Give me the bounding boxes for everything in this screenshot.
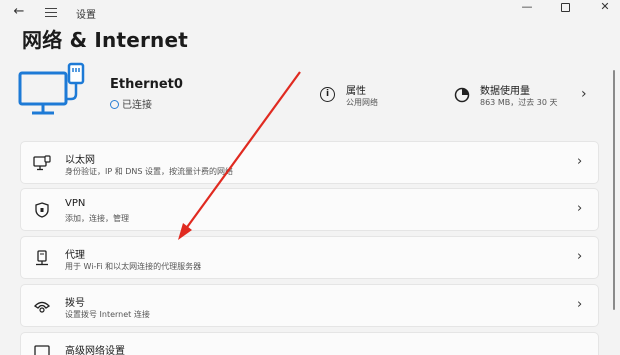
back-arrow-icon[interactable]: ← bbox=[10, 3, 28, 21]
globe-icon bbox=[110, 100, 119, 109]
minimize-button[interactable]: — bbox=[512, 0, 542, 18]
data-usage-title: 数据使用量 bbox=[480, 86, 530, 97]
monitor-icon bbox=[34, 345, 50, 355]
info-icon: i bbox=[320, 87, 335, 102]
properties-title: 属性 bbox=[346, 86, 366, 97]
ethernet-monitor-icon bbox=[18, 62, 85, 115]
chevron-right-icon[interactable]: › bbox=[581, 86, 587, 102]
card-subtitle: 身份验证，IP 和 DNS 设置，按流量计费的网络 bbox=[65, 167, 234, 176]
card-subtitle: 添加，连接，管理 bbox=[65, 214, 129, 223]
data-usage-subtitle: 863 MB，过去 30 天 bbox=[480, 98, 558, 107]
advanced-network-settings-card[interactable]: 高级网络设置 bbox=[20, 332, 599, 355]
dialup-card[interactable]: 拨号 设置拨号 Internet 连接 › bbox=[20, 284, 599, 327]
dialup-phone-icon bbox=[33, 301, 51, 313]
properties-subtitle: 公用网络 bbox=[346, 98, 378, 107]
title-bar: ← 设置 — ✕ bbox=[0, 0, 620, 24]
proxy-card[interactable]: 代理 用于 Wi-Fi 和以太网连接的代理服务器 › bbox=[20, 236, 599, 279]
page-title: 网络 & Internet bbox=[22, 28, 188, 52]
connection-status: 已连接 bbox=[110, 96, 152, 111]
card-subtitle: 设置拨号 Internet 连接 bbox=[65, 310, 150, 319]
vpn-card[interactable]: VPN 添加，连接，管理 › bbox=[20, 188, 599, 231]
card-title: 拨号 bbox=[65, 298, 85, 309]
maximize-icon bbox=[560, 3, 570, 12]
hamburger-menu-icon[interactable] bbox=[42, 3, 60, 21]
data-usage-icon bbox=[454, 87, 470, 103]
card-title: VPN bbox=[65, 198, 86, 209]
card-title: 以太网 bbox=[65, 155, 95, 166]
connection-status-text: 已连接 bbox=[122, 100, 152, 111]
chevron-right-icon: › bbox=[577, 201, 583, 216]
close-button[interactable]: ✕ bbox=[590, 0, 620, 18]
chevron-right-icon: › bbox=[577, 297, 583, 312]
card-title: 代理 bbox=[65, 250, 85, 261]
proxy-server-icon bbox=[36, 250, 48, 266]
data-usage-link[interactable]: 数据使用量 863 MB，过去 30 天 bbox=[452, 80, 602, 112]
shield-icon bbox=[35, 202, 49, 218]
properties-link[interactable]: i 属性 公用网络 bbox=[318, 80, 438, 112]
ethernet-name: Ethernet0 bbox=[110, 77, 183, 92]
card-title: 高级网络设置 bbox=[65, 346, 125, 355]
chevron-right-icon: › bbox=[577, 154, 583, 169]
ethernet-settings-card[interactable]: 以太网 身份验证，IP 和 DNS 设置，按流量计费的网络 › bbox=[20, 141, 599, 184]
window-title: 设置 bbox=[76, 10, 96, 21]
monitor-network-icon bbox=[33, 155, 51, 171]
chevron-right-icon: › bbox=[577, 249, 583, 264]
card-subtitle: 用于 Wi-Fi 和以太网连接的代理服务器 bbox=[65, 262, 202, 271]
maximize-button[interactable] bbox=[550, 0, 580, 18]
scrollbar-thumb[interactable] bbox=[613, 70, 615, 310]
